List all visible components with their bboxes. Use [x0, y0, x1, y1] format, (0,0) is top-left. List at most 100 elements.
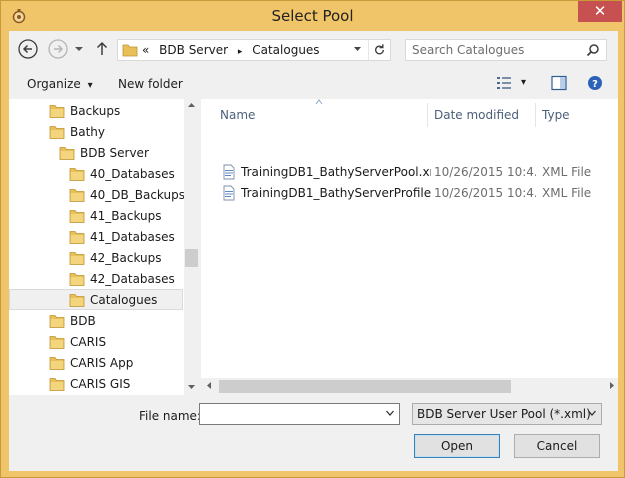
file-name-label: File name:: [139, 409, 201, 423]
tree-item-label: 40_Databases: [90, 167, 175, 181]
organize-button[interactable]: Organize ▾: [27, 77, 93, 91]
file-type: XML File: [542, 186, 592, 200]
file-type: XML File: [542, 165, 592, 179]
window-title: Select Pool: [271, 7, 354, 25]
file-name-input[interactable]: [203, 406, 373, 422]
tree-scroll-thumb[interactable]: [185, 249, 198, 267]
scroll-down-icon[interactable]: [187, 383, 196, 391]
search-input[interactable]: [410, 42, 580, 58]
tree-item-label: CARIS: [70, 335, 107, 349]
search-box[interactable]: [405, 39, 607, 61]
folder-icon: [69, 273, 85, 286]
tree-item-bathy[interactable]: Bathy: [9, 122, 183, 143]
tree-item-label: 41_Backups: [90, 209, 162, 223]
tree-item-caris[interactable]: CARIS: [9, 332, 183, 353]
file-name-combo[interactable]: [199, 403, 400, 425]
tree-item-label: Bathy: [70, 125, 105, 139]
chevron-down-icon[interactable]: [587, 407, 597, 419]
tree-item-label: Backups: [70, 104, 121, 118]
tree-item-label: BDB Server: [80, 146, 149, 160]
open-button[interactable]: Open: [414, 434, 500, 458]
cancel-button[interactable]: Cancel: [514, 434, 600, 458]
breadcrumb-overflow[interactable]: «: [142, 43, 149, 57]
tree-item-caris-gis[interactable]: CARIS GIS: [9, 374, 183, 395]
tree-item-catalogues[interactable]: Catalogues: [9, 289, 183, 310]
organize-label: Organize: [27, 77, 81, 91]
dialog-client: « BDB Server ▸ Catalogues Organiz: [9, 31, 618, 471]
navigation-tree: Backups Bathy BDB Server 40_Databases 40…: [9, 99, 199, 395]
tree-item-41-backups[interactable]: 41_Backups: [9, 206, 183, 227]
recent-dropdown-icon[interactable]: [73, 38, 85, 60]
column-divider[interactable]: [535, 103, 536, 127]
file-name: TrainingDB1_BathyServerProfile....: [241, 186, 431, 200]
tree-item-label: CARIS App: [70, 356, 134, 370]
file-date: 10/26/2015 10:4...: [434, 186, 536, 200]
breadcrumb-item-catalogues[interactable]: Catalogues: [252, 43, 319, 57]
tree-item-40-db-backups[interactable]: 40_DB_Backups: [9, 185, 185, 206]
address-dropdown-icon[interactable]: [353, 44, 362, 54]
tree-item-label: 42_Databases: [90, 272, 175, 286]
tree-scrollbar[interactable]: [184, 99, 199, 395]
scroll-up-icon[interactable]: [187, 101, 196, 109]
file-name: TrainingDB1_BathyServerPool.xml: [241, 165, 431, 179]
file-row[interactable]: TrainingDB1_BathyServerPool.xml 10/26/20…: [221, 162, 617, 182]
help-icon[interactable]: ?: [587, 75, 603, 91]
forward-icon[interactable]: [47, 38, 69, 60]
folder-icon: [49, 357, 65, 370]
breadcrumb-separator[interactable]: ▸: [238, 47, 243, 57]
search-icon[interactable]: [586, 43, 600, 57]
file-date: 10/26/2015 10:4...: [434, 165, 536, 179]
folder-icon: [69, 210, 85, 223]
svg-text:?: ?: [592, 79, 598, 90]
xml-file-icon: [223, 164, 235, 180]
file-row[interactable]: TrainingDB1_BathyServerProfile.... 10/26…: [221, 183, 617, 203]
folder-icon: [59, 147, 75, 160]
scroll-right-icon[interactable]: [608, 381, 616, 390]
up-folder-icon[interactable]: [93, 38, 111, 60]
view-list-icon[interactable]: [496, 75, 512, 91]
tree-item-caris-app[interactable]: CARIS App: [9, 353, 183, 374]
folder-icon: [69, 252, 85, 265]
sort-ascending-icon: [315, 99, 323, 105]
column-header-date[interactable]: Date modified: [434, 108, 519, 122]
new-folder-button[interactable]: New folder: [118, 77, 183, 91]
chevron-down-icon[interactable]: [385, 407, 395, 419]
scroll-left-icon[interactable]: [205, 381, 213, 390]
tree-item-42-databases[interactable]: 42_Databases: [9, 269, 183, 290]
folder-icon: [49, 315, 65, 328]
column-header-name[interactable]: Name: [220, 108, 255, 122]
title-bar[interactable]: Select Pool ✕: [1, 1, 624, 31]
refresh-icon[interactable]: [368, 40, 390, 60]
list-horizontal-scrollbar[interactable]: [201, 378, 618, 395]
breadcrumb-item-bdb-server[interactable]: BDB Server: [159, 43, 228, 57]
column-header-type[interactable]: Type: [542, 108, 570, 122]
tree-item-label: CARIS GIS: [70, 377, 131, 391]
tree-item-41-databases[interactable]: 41_Databases: [9, 227, 183, 248]
tree-item-label: 40_DB_Backups: [90, 188, 185, 202]
folder-icon: [49, 378, 65, 391]
file-type-select[interactable]: BDB Server User Pool (*.xml): [412, 403, 602, 425]
tree-item-label: 41_Databases: [90, 230, 175, 244]
xml-file-icon: [223, 185, 235, 201]
list-scroll-thumb[interactable]: [219, 380, 511, 393]
preview-pane-icon[interactable]: [551, 75, 567, 91]
tree-item-40-databases[interactable]: 40_Databases: [9, 164, 183, 185]
folder-icon: [69, 231, 85, 244]
folder-icon: [69, 189, 85, 202]
column-divider[interactable]: [427, 103, 428, 127]
folder-icon: [49, 126, 65, 139]
breadcrumb: « BDB Server ▸ Catalogues: [142, 43, 326, 57]
tree-item-bdb[interactable]: BDB: [9, 311, 183, 332]
tree-item-bdb-server[interactable]: BDB Server: [9, 143, 183, 164]
dialog-window: Select Pool ✕ « BDB Server ▸ Catalogues …: [0, 0, 625, 478]
view-options-caret[interactable]: ▾: [521, 77, 526, 88]
tree-item-42-backups[interactable]: 42_Backups: [9, 248, 183, 269]
file-list: Name Date modified Type TrainingDB1_Bath…: [201, 99, 618, 395]
back-icon[interactable]: [17, 38, 39, 60]
close-button[interactable]: ✕: [578, 1, 622, 22]
file-type-value: BDB Server User Pool (*.xml): [417, 407, 591, 421]
folder-icon: [69, 168, 85, 181]
organize-caret: ▾: [87, 80, 93, 91]
tree-item-backups[interactable]: Backups: [9, 101, 183, 122]
address-bar[interactable]: « BDB Server ▸ Catalogues: [117, 39, 391, 61]
